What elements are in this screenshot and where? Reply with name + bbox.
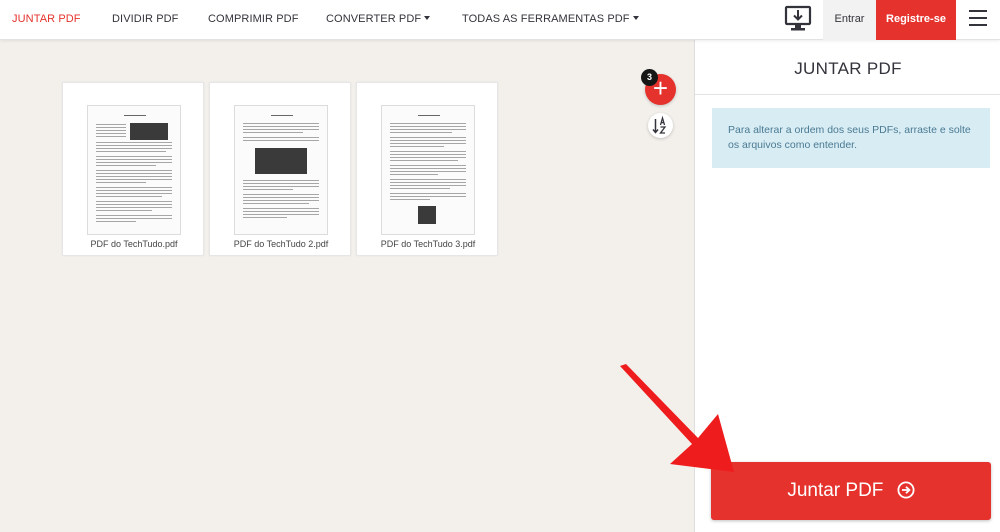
nav-comprimir-pdf[interactable]: COMPRIMIR PDF — [208, 0, 299, 40]
login-button[interactable]: Entrar — [823, 0, 876, 40]
sort-az-icon — [652, 115, 667, 134]
file-name: PDF do TechTudo 3.pdf — [380, 239, 476, 249]
merge-button-label: Juntar PDF — [787, 480, 884, 501]
desktop-download-icon[interactable] — [783, 5, 813, 33]
top-navbar: JUNTAR PDF DIVIDIR PDF COMPRIMIR PDF CON… — [0, 0, 1000, 40]
hamburger-menu-icon[interactable] — [969, 10, 989, 28]
file-name: PDF do TechTudo.pdf — [90, 239, 178, 249]
pdf-thumbnail — [87, 105, 181, 235]
merge-pdf-button[interactable]: Juntar PDF — [711, 462, 991, 520]
nav-converter-label: CONVERTER PDF — [326, 13, 422, 25]
file-card[interactable]: PDF do TechTudo 3.pdf — [356, 82, 498, 256]
file-count-badge: 3 — [641, 69, 658, 86]
nav-juntar-pdf[interactable]: JUNTAR PDF — [12, 0, 81, 40]
pdf-thumbnail — [234, 105, 328, 235]
file-name: PDF do TechTudo 2.pdf — [233, 239, 329, 249]
nav-todas-label: TODAS AS FERRAMENTAS PDF — [462, 13, 630, 25]
nav-todas-ferramentas[interactable]: TODAS AS FERRAMENTAS PDF — [462, 0, 639, 40]
caret-down-icon — [424, 16, 431, 20]
file-card[interactable]: PDF do TechTudo.pdf — [62, 82, 204, 256]
nav-converter-pdf[interactable]: CONVERTER PDF — [326, 0, 431, 40]
info-box: Para alterar a ordem dos seus PDFs, arra… — [712, 108, 990, 168]
nav-dividir-pdf[interactable]: DIVIDIR PDF — [112, 0, 179, 40]
sort-button[interactable] — [648, 113, 673, 138]
pdf-thumbnail — [381, 105, 475, 235]
arrow-circle-right-icon — [897, 481, 915, 499]
register-button[interactable]: Registre-se — [876, 0, 956, 40]
info-text: Para alterar a ordem dos seus PDFs, arra… — [728, 124, 971, 151]
caret-down-icon — [632, 16, 639, 20]
file-card[interactable]: PDF do TechTudo 2.pdf — [209, 82, 351, 256]
sidebar-title: JUNTAR PDF — [794, 59, 902, 78]
sidebar-divider — [695, 94, 1000, 95]
sidebar-panel: JUNTAR PDF Para alterar a ordem dos seus… — [694, 40, 1000, 532]
